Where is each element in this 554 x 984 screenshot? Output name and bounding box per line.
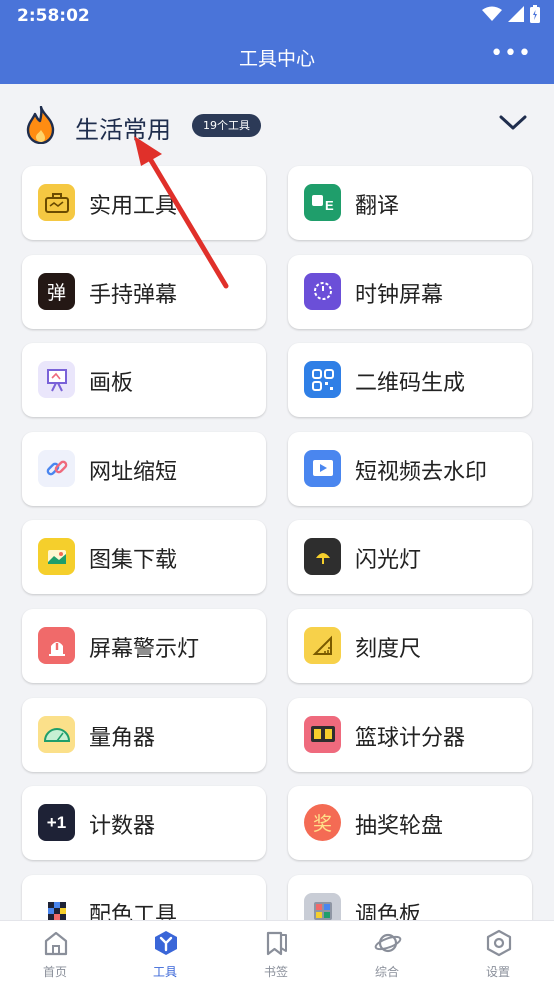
gallery-icon: [38, 538, 75, 576]
tool-card-label: 刻度尺: [355, 637, 422, 662]
tool-card-label: 二维码生成: [355, 371, 466, 397]
qrcode-icon: [304, 361, 341, 399]
page-title: 工具中心: [238, 48, 315, 70]
tool-card[interactable]: 闪光灯: [288, 520, 532, 595]
tool-card[interactable]: 屏幕警示灯: [22, 609, 266, 683]
status-icons: [482, 5, 540, 23]
section-title: 生活常用: [75, 116, 171, 144]
nav-item-tools[interactable]: 工具: [110, 921, 220, 984]
bookmark-icon: [266, 931, 287, 956]
tool-card-label: 量角器: [89, 725, 156, 751]
tool-card-label: 闪光灯: [355, 548, 422, 574]
scoreboard-icon: [304, 715, 341, 753]
tool-card-label: 篮球计分器: [355, 725, 466, 751]
danmaku-icon: 弹: [38, 272, 75, 310]
nav-label-bookmarks: 书签: [263, 965, 288, 979]
nav-label-general: 综合: [374, 965, 399, 979]
counter-icon: +1: [38, 804, 75, 842]
tool-card-label: 翻译: [355, 194, 400, 219]
tool-card-label: 屏幕警示灯: [89, 637, 200, 662]
section-header[interactable]: 生活常用 19个工具: [0, 84, 554, 166]
tool-card-label: 时钟屏幕: [355, 282, 444, 308]
alarm-light-icon: [38, 627, 75, 664]
tool-card[interactable]: 实用工具: [22, 166, 266, 240]
wifi-icon: [482, 6, 502, 21]
fire-icon: [26, 106, 55, 144]
tool-card[interactable]: 篮球计分器: [288, 697, 532, 772]
tool-card-label: 计数器: [89, 814, 156, 840]
nav-item-settings[interactable]: 设置: [443, 921, 553, 984]
nav-item-bookmarks[interactable]: 书签: [221, 921, 331, 984]
top-app-bar: 2:58:02 工具中心 •••: [0, 0, 554, 84]
lottery-icon: 奖: [304, 804, 341, 842]
tool-card-label: 手持弹幕: [89, 282, 178, 308]
video-icon: [304, 449, 341, 487]
tool-card[interactable]: 量角器: [22, 697, 266, 772]
translate-icon: E: [304, 184, 341, 221]
clock-icon: [304, 272, 341, 310]
tool-card-label: 实用工具: [89, 194, 178, 219]
toolbox-icon: [38, 184, 75, 221]
easel-icon: [38, 361, 75, 399]
home-icon: [44, 931, 68, 956]
tool-card[interactable]: +1 计数器: [22, 786, 266, 861]
tool-count-badge: 19个工具: [192, 114, 261, 137]
tool-card-label: 短视频去水印: [355, 459, 488, 485]
nav-item-home[interactable]: 首页: [0, 921, 110, 984]
tool-card[interactable]: 画板: [22, 343, 266, 418]
tools-icon: [155, 931, 177, 955]
settings-icon: [486, 929, 512, 957]
tool-card-label: 网址缩短: [89, 459, 178, 485]
tool-card-label: 画板: [89, 371, 134, 397]
tool-card[interactable]: 奖抽奖轮盘: [288, 786, 532, 861]
bottom-nav: 首页 工具 书签 综合 设置: [0, 920, 554, 984]
nav-label-settings: 设置: [485, 965, 510, 979]
signal-icon: [508, 6, 524, 22]
status-time: 2:58:02: [17, 6, 90, 26]
tool-card[interactable]: 短视频去水印: [288, 431, 532, 506]
chevron-down-icon[interactable]: [498, 112, 528, 132]
svg-text:E: E: [325, 198, 334, 213]
tool-card[interactable]: 时钟屏幕: [288, 254, 532, 329]
tool-card[interactable]: 刻度尺: [288, 609, 532, 683]
tool-card[interactable]: 图集下载: [22, 520, 266, 595]
protractor-icon: [38, 715, 75, 753]
tool-card[interactable]: E 翻译: [288, 166, 532, 240]
tool-card[interactable]: 弹手持弹幕: [22, 254, 266, 329]
battery-icon: [530, 5, 540, 23]
ruler-icon: [304, 627, 341, 664]
planet-icon: [374, 933, 402, 953]
tool-card[interactable]: 二维码生成: [288, 343, 532, 418]
link-icon: [38, 449, 75, 487]
flashlight-icon: [304, 538, 341, 576]
nav-item-general[interactable]: 综合: [332, 921, 442, 984]
nav-label-tools: 工具: [152, 965, 177, 979]
more-options-button[interactable]: •••: [490, 43, 532, 65]
tool-card-label: 图集下载: [89, 548, 178, 574]
tool-card-label: 抽奖轮盘: [355, 814, 444, 840]
tool-card[interactable]: 网址缩短: [22, 431, 266, 506]
nav-label-home: 首页: [42, 965, 67, 979]
